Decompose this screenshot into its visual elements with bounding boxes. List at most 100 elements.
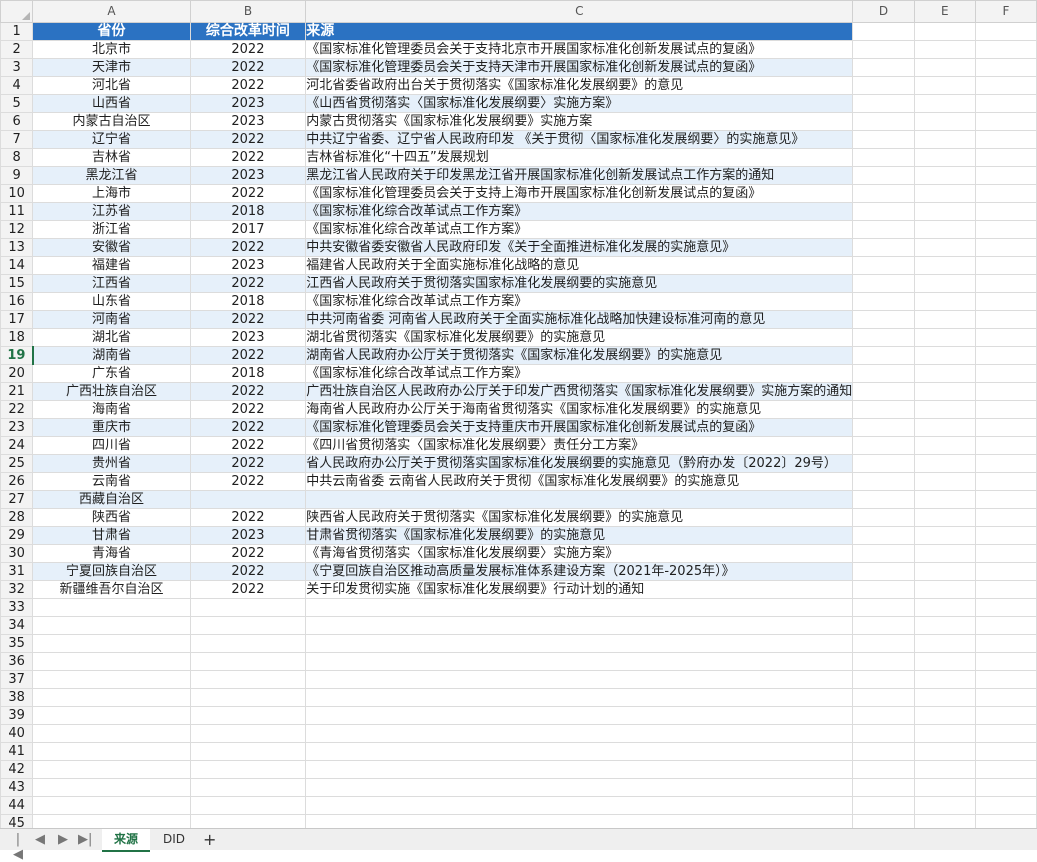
cell[interactable]: [974, 400, 1037, 419]
cell[interactable]: [974, 688, 1037, 707]
cell[interactable]: [974, 418, 1037, 437]
cell[interactable]: [305, 724, 854, 743]
cell-province[interactable]: 河北省: [32, 76, 191, 95]
column-header-b[interactable]: B: [189, 0, 307, 23]
row-number[interactable]: 22: [0, 400, 34, 419]
row-number[interactable]: 26: [0, 472, 34, 491]
cell[interactable]: [305, 670, 854, 689]
column-header-c[interactable]: C: [305, 0, 854, 23]
cell[interactable]: [913, 778, 976, 797]
cell[interactable]: [974, 670, 1037, 689]
header-province[interactable]: 省份: [32, 22, 191, 41]
cell[interactable]: [913, 526, 976, 545]
cell-source[interactable]: 湖北省贯彻落实《国家标准化发展纲要》的实施意见: [305, 328, 854, 347]
last-sheet-icon[interactable]: ▶|: [78, 832, 92, 847]
cell-year[interactable]: 2022: [189, 310, 307, 329]
cell-year[interactable]: 2022: [189, 454, 307, 473]
column-header-e[interactable]: E: [913, 0, 976, 23]
cell[interactable]: [32, 652, 191, 671]
cell[interactable]: [974, 742, 1037, 761]
cell[interactable]: [852, 346, 915, 365]
row-number[interactable]: 43: [0, 778, 34, 797]
cell[interactable]: [305, 796, 854, 815]
cell-year[interactable]: 2022: [189, 418, 307, 437]
cell-province[interactable]: 海南省: [32, 400, 191, 419]
cell-province[interactable]: 天津市: [32, 58, 191, 77]
cell-year[interactable]: 2022: [189, 544, 307, 563]
row-number[interactable]: 34: [0, 616, 34, 635]
cell[interactable]: [852, 490, 915, 509]
cell-province[interactable]: 宁夏回族自治区: [32, 562, 191, 581]
cell[interactable]: [189, 778, 307, 797]
row-number[interactable]: 15: [0, 274, 34, 293]
cell[interactable]: [189, 616, 307, 635]
cell[interactable]: [913, 58, 976, 77]
cell[interactable]: [913, 76, 976, 95]
cell-year[interactable]: 2018: [189, 364, 307, 383]
cell[interactable]: [974, 706, 1037, 725]
cell[interactable]: [852, 562, 915, 581]
cell-province[interactable]: 西藏自治区: [32, 490, 191, 509]
cell-year[interactable]: 2022: [189, 76, 307, 95]
cell[interactable]: [852, 418, 915, 437]
cell[interactable]: [974, 778, 1037, 797]
cell[interactable]: [913, 562, 976, 581]
cell-source[interactable]: 中共辽宁省委、辽宁省人民政府印发 《关于贯彻〈国家标准化发展纲要〉的实施意见》: [305, 130, 854, 149]
row-number[interactable]: 39: [0, 706, 34, 725]
cell[interactable]: [974, 508, 1037, 527]
column-header-a[interactable]: A: [32, 0, 191, 23]
row-number[interactable]: 9: [0, 166, 34, 185]
cell-source[interactable]: 福建省人民政府关于全面实施标准化战略的意见: [305, 256, 854, 275]
cell[interactable]: [852, 184, 915, 203]
cell-source[interactable]: 《青海省贯彻落实〈国家标准化发展纲要〉实施方案》: [305, 544, 854, 563]
cell[interactable]: [974, 40, 1037, 59]
cell[interactable]: [913, 724, 976, 743]
cell-province[interactable]: 北京市: [32, 40, 191, 59]
cell-province[interactable]: 安徽省: [32, 238, 191, 257]
cell[interactable]: [913, 94, 976, 113]
cell[interactable]: [913, 130, 976, 149]
cell[interactable]: [974, 382, 1037, 401]
row-number[interactable]: 36: [0, 652, 34, 671]
cell[interactable]: [974, 454, 1037, 473]
cell[interactable]: [913, 580, 976, 599]
cell-province[interactable]: 内蒙古自治区: [32, 112, 191, 131]
cell[interactable]: [32, 634, 191, 653]
cell-year[interactable]: 2022: [189, 508, 307, 527]
cell-province[interactable]: 甘肃省: [32, 526, 191, 545]
cell[interactable]: [852, 814, 915, 828]
cell-source[interactable]: 《国家标准化综合改革试点工作方案》: [305, 364, 854, 383]
cell-province[interactable]: 吉林省: [32, 148, 191, 167]
cell[interactable]: [305, 706, 854, 725]
cell-year[interactable]: 2023: [189, 256, 307, 275]
row-number[interactable]: 16: [0, 292, 34, 311]
cell-source[interactable]: 中共安徽省委安徽省人民政府印发《关于全面推进标准化发展的实施意见》: [305, 238, 854, 257]
cell[interactable]: [852, 328, 915, 347]
cell[interactable]: [974, 94, 1037, 113]
cell-source[interactable]: 《四川省贯彻落实〈国家标准化发展纲要〉责任分工方案》: [305, 436, 854, 455]
row-number[interactable]: 5: [0, 94, 34, 113]
cell[interactable]: [913, 274, 976, 293]
cell[interactable]: [852, 652, 915, 671]
cell[interactable]: [913, 22, 976, 41]
cell[interactable]: [852, 256, 915, 275]
cell-province[interactable]: 山西省: [32, 94, 191, 113]
row-number[interactable]: 33: [0, 598, 34, 617]
cell[interactable]: [974, 796, 1037, 815]
row-number[interactable]: 7: [0, 130, 34, 149]
cell[interactable]: [974, 526, 1037, 545]
cell-province[interactable]: 陕西省: [32, 508, 191, 527]
cell[interactable]: [305, 616, 854, 635]
cell[interactable]: [974, 472, 1037, 491]
cell-source[interactable]: [305, 490, 854, 509]
cell-source[interactable]: 省人民政府办公厅关于贯彻落实国家标准化发展纲要的实施意见（黔府办发〔2022〕2…: [305, 454, 854, 473]
cell[interactable]: [913, 202, 976, 221]
cell-source[interactable]: 《国家标准化管理委员会关于支持重庆市开展国家标准化创新发展试点的复函》: [305, 418, 854, 437]
column-header-f[interactable]: F: [974, 0, 1037, 23]
row-number[interactable]: 1: [0, 22, 34, 41]
cell[interactable]: [913, 256, 976, 275]
cell-year[interactable]: 2022: [189, 562, 307, 581]
cell[interactable]: [852, 580, 915, 599]
cell[interactable]: [852, 58, 915, 77]
cell-year[interactable]: [189, 490, 307, 509]
